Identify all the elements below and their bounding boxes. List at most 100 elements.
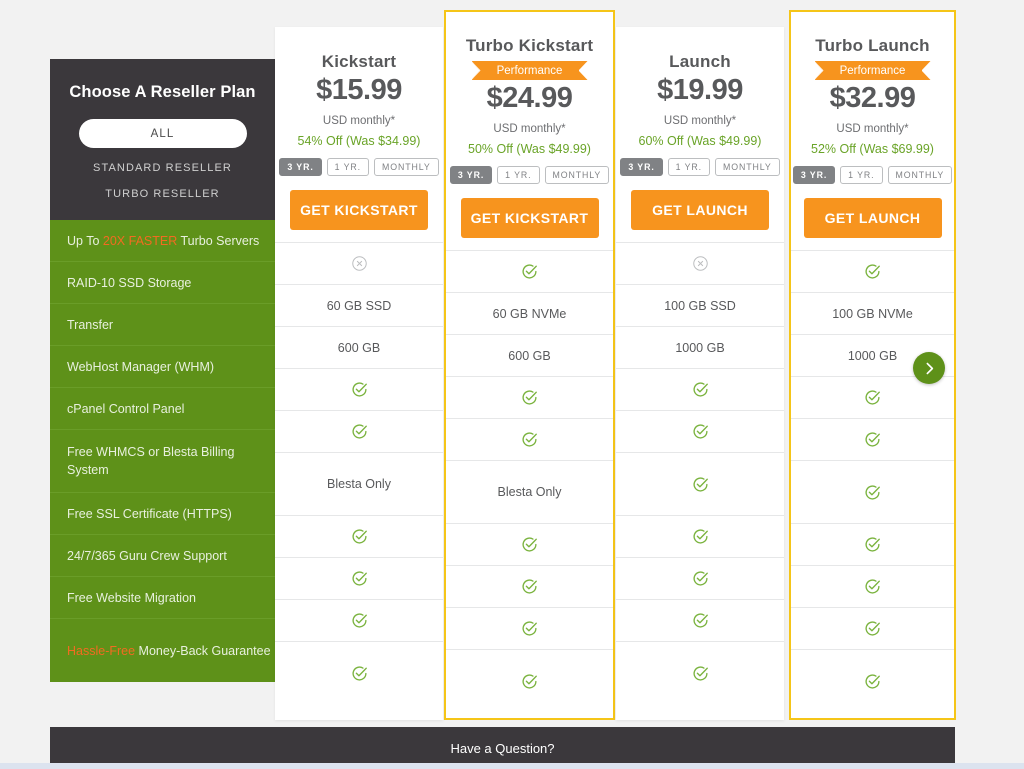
check-circle-icon	[352, 571, 367, 586]
feature-label-text: cPanel Control Panel	[67, 401, 185, 416]
feature-label-row: Up To 20X FASTER Turbo Servers	[50, 220, 275, 263]
feature-label-list: Up To 20X FASTER Turbo Servers RAID-10 SS…	[50, 220, 275, 683]
term-option[interactable]: MONTHLY	[715, 158, 780, 176]
pricing-page: Choose A Reseller Plan ALL STANDARD RESE…	[0, 0, 1024, 769]
plan-feature-cell	[275, 242, 443, 284]
plan-period: USD monthly*	[836, 123, 909, 135]
plan-feature-cell	[791, 460, 954, 523]
plan-feature-cell	[791, 250, 954, 292]
plan-cta-button[interactable]: GET KICKSTART	[460, 198, 599, 238]
performance-badge: Performance	[814, 61, 931, 80]
feature-label-text: Hassle-Free Money-Back Guarantee	[67, 643, 271, 658]
plan-feature-cell	[616, 368, 784, 410]
plan-discount: 52% Off (Was $69.99)	[811, 142, 934, 156]
check-circle-icon	[522, 432, 537, 447]
next-plans-button[interactable]	[913, 352, 945, 384]
plan-feature-cell	[275, 515, 443, 557]
plan-feature-cell	[275, 410, 443, 452]
plan-feature-cell	[275, 557, 443, 599]
plan-discount: 50% Off (Was $49.99)	[468, 142, 591, 156]
plan-price: $24.99	[486, 82, 573, 114]
feature-label-text: Free WHMCS or Blesta Billing System	[67, 445, 235, 478]
sidebar: Choose A Reseller Plan ALL STANDARD RESE…	[50, 59, 275, 683]
plan-feature-cell	[616, 452, 784, 515]
feature-label-row: RAID-10 SSD Storage	[50, 262, 275, 305]
term-option[interactable]: 3 YR.	[449, 166, 493, 184]
x-circle-icon	[351, 256, 367, 271]
plan-feature-cell: 600 GB	[446, 334, 613, 376]
sidebar-header: Choose A Reseller Plan ALL STANDARD RESE…	[50, 59, 275, 220]
check-circle-icon	[522, 537, 537, 552]
bottom-strip	[0, 763, 1024, 769]
term-option[interactable]: 1 YR.	[667, 158, 711, 176]
feature-label-text: Transfer	[67, 317, 114, 332]
check-circle-icon	[693, 665, 708, 681]
term-option[interactable]: 3 YR.	[279, 158, 322, 176]
check-circle-icon	[865, 537, 880, 552]
plan-period: USD monthly*	[663, 115, 737, 127]
feature-highlight: 20X FASTER	[102, 233, 178, 248]
term-option[interactable]: 1 YR.	[840, 166, 883, 184]
check-circle-icon	[865, 579, 880, 594]
term-toggle-group: 3 YR. 1 YR. MONTHLY	[791, 166, 954, 184]
plan-price: $32.99	[829, 82, 916, 114]
plan-feature-cell	[791, 565, 954, 607]
filter-standard-reseller[interactable]: STANDARD RESELLER	[68, 162, 257, 174]
cell-value: 100 GB SSD	[664, 298, 736, 313]
filter-turbo-reseller[interactable]: TURBO RESELLER	[68, 188, 257, 200]
term-toggle-group: 3 YR. 1 YR. MONTHLY	[275, 158, 443, 176]
check-circle-icon	[865, 390, 880, 405]
cell-value: 600 GB	[508, 348, 551, 363]
plan-feature-cell	[616, 515, 784, 557]
plan-feature-cell: 100 GB SSD	[616, 284, 784, 326]
term-option[interactable]: MONTHLY	[887, 166, 953, 184]
term-option[interactable]: MONTHLY	[374, 158, 439, 176]
plan-feature-cell	[275, 641, 443, 704]
have-a-question-link[interactable]: Have a Question?	[450, 741, 554, 756]
term-option[interactable]: 3 YR.	[792, 166, 836, 184]
plan-name: Launch	[669, 52, 731, 71]
plan-feature-cell: Blesta Only	[275, 452, 443, 515]
plan-feature-cell	[616, 599, 784, 641]
term-option[interactable]: MONTHLY	[544, 166, 610, 184]
term-option[interactable]: 1 YR.	[326, 158, 370, 176]
plan-price: $15.99	[316, 74, 402, 106]
term-option[interactable]: 3 YR.	[620, 158, 663, 176]
check-circle-icon	[522, 390, 537, 405]
plan-name: Turbo Kickstart	[465, 36, 594, 55]
plan-discount: 54% Off (Was $34.99)	[297, 134, 421, 148]
cell-value: 60 GB SSD	[326, 298, 392, 313]
check-circle-icon	[693, 476, 708, 492]
chevron-right-icon	[926, 362, 933, 374]
plan-feature-cell	[446, 418, 613, 460]
feature-label-row: cPanel Control Panel	[50, 388, 275, 431]
check-circle-icon	[693, 571, 708, 586]
plan-feature-cell: 60 GB NVMe	[446, 292, 613, 334]
plan-name: Turbo Launch	[815, 36, 930, 55]
feature-label-text: WebHost Manager (WHM)	[67, 359, 215, 374]
plan-cta-button[interactable]: GET LAUNCH	[803, 198, 942, 238]
plan-discount: 60% Off (Was $49.99)	[638, 134, 762, 148]
plan-feature-cell: 60 GB SSD	[275, 284, 443, 326]
term-toggle-group: 3 YR. 1 YR. MONTHLY	[616, 158, 784, 176]
check-circle-icon	[522, 579, 537, 594]
plan-cta-button[interactable]: GET KICKSTART	[290, 190, 428, 230]
plan-cta-button[interactable]: GET LAUNCH	[631, 190, 769, 230]
filter-all[interactable]: ALL	[78, 119, 247, 149]
cell-value: 1000 GB	[847, 348, 898, 363]
plan-feature-cell: 1000 GB	[616, 326, 784, 368]
term-option[interactable]: 1 YR.	[497, 166, 540, 184]
feature-label-text: Free Website Migration	[67, 590, 196, 605]
plan-header: Turbo Kickstart Performance $24.99 USD mont…	[446, 12, 613, 250]
plan-name: Kickstart	[321, 52, 397, 71]
plan-feature-cells: 100 GB SSD 1000 GB	[616, 242, 784, 704]
plan-feature-cell	[446, 376, 613, 418]
plan-feature-cell	[446, 250, 613, 292]
plan-feature-cell	[616, 557, 784, 599]
check-circle-icon	[865, 673, 880, 689]
plan-feature-cell: 100 GB NVMe	[791, 292, 954, 334]
cell-value: Blesta Only	[497, 485, 562, 499]
check-circle-icon	[352, 529, 367, 544]
feature-label-text: Free SSL Certificate (HTTPS)	[67, 506, 232, 521]
plan-feature-cell	[446, 607, 613, 649]
